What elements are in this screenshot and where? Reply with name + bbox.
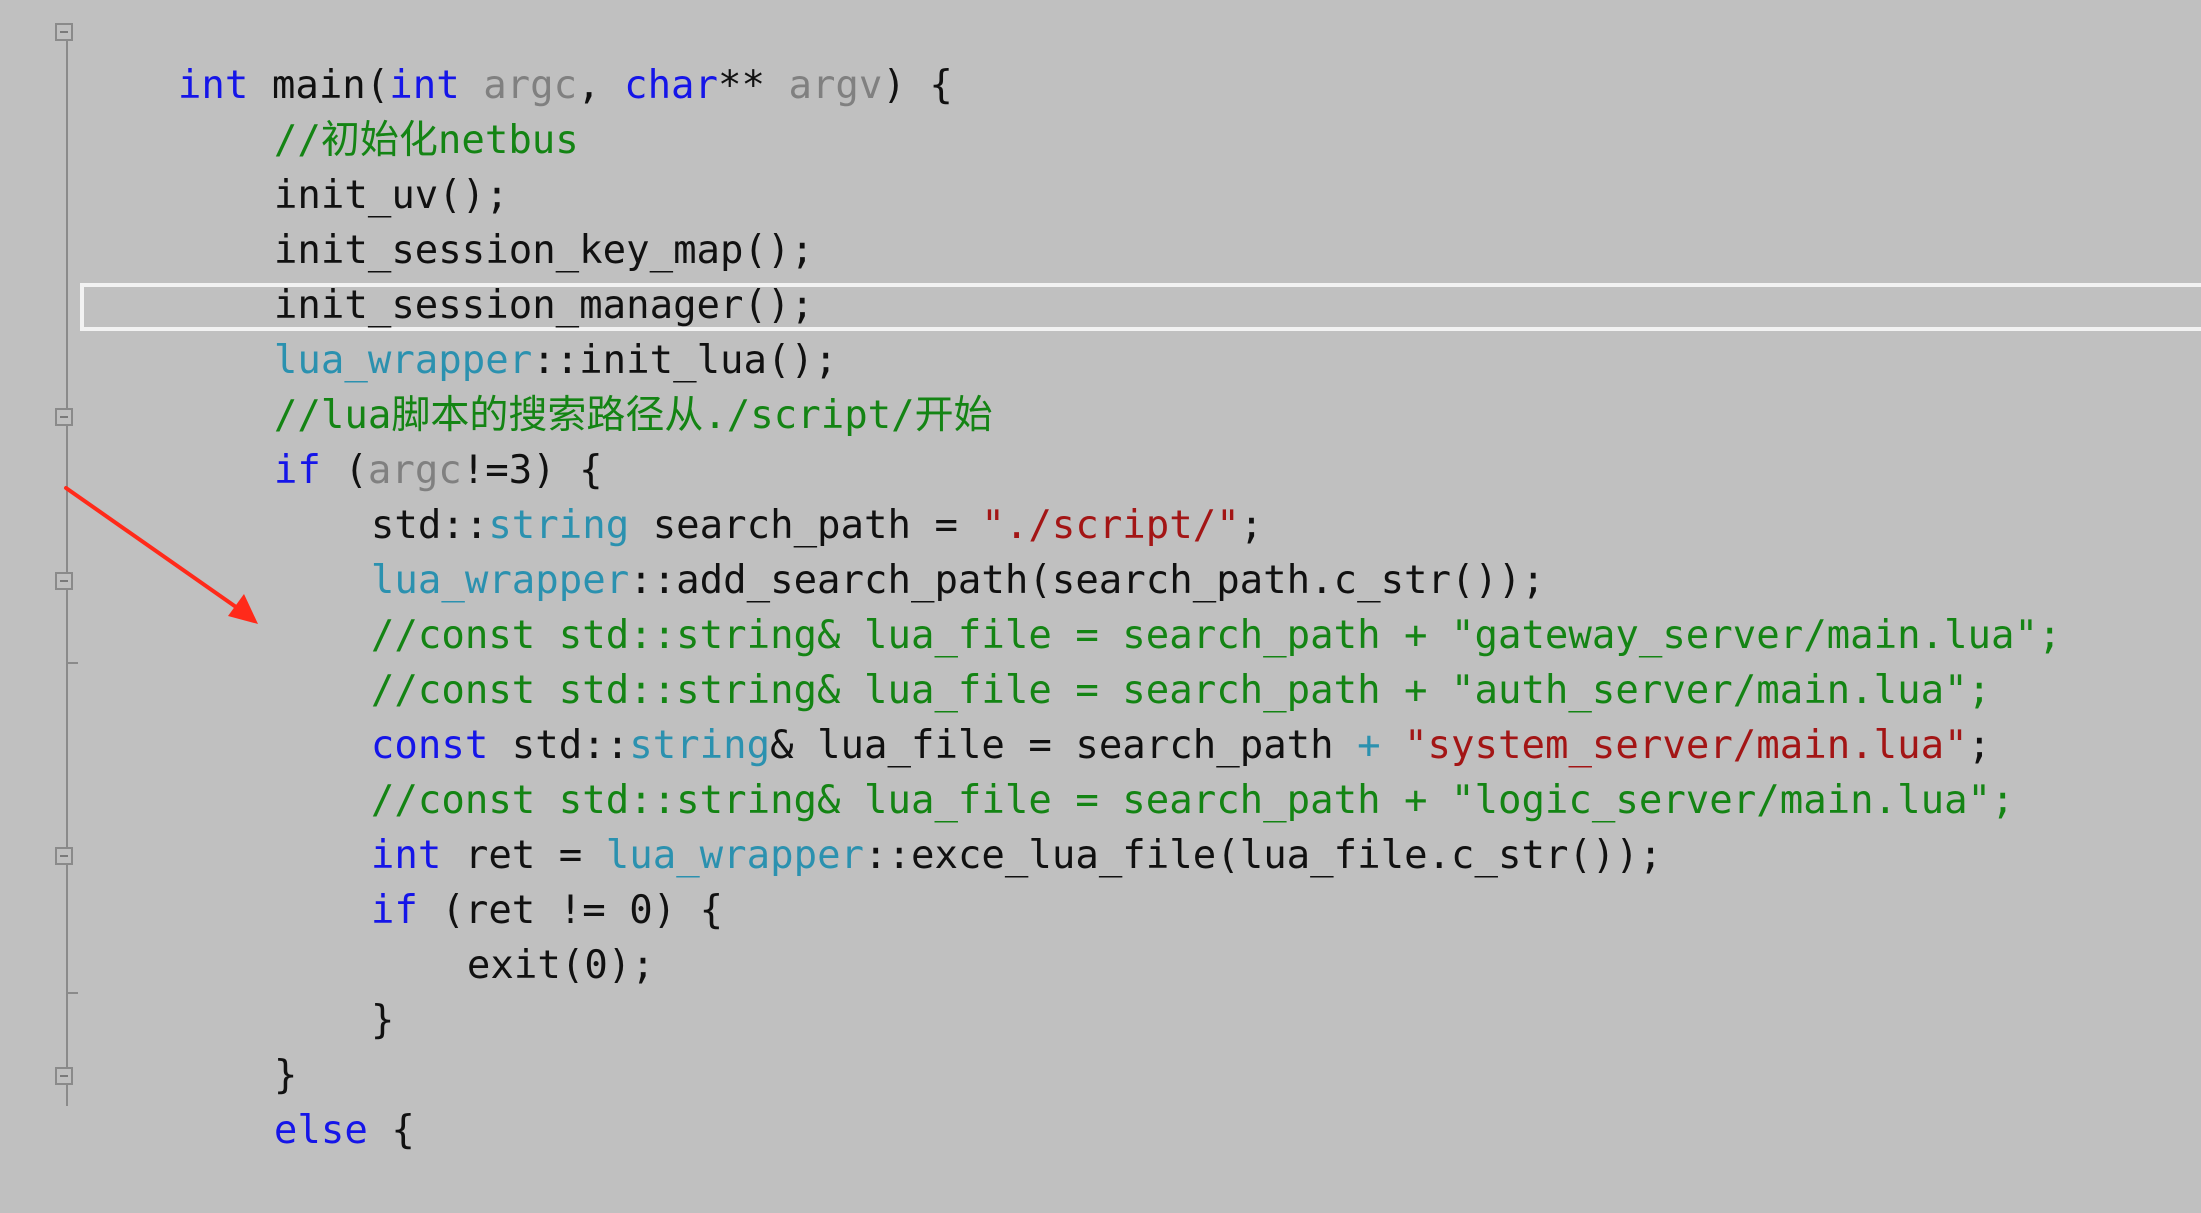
outline-guide — [66, 32, 68, 1106]
code-text: ::exce_lua_file(lua_file.c_str()); — [864, 833, 1663, 878]
keyword-char: char — [624, 63, 719, 108]
code-line-2[interactable]: //初始化netbus — [180, 58, 579, 163]
keyword-else: else — [273, 1108, 368, 1153]
code-line-11[interactable]: //const std::string& lua_file = search_p… — [277, 553, 2062, 658]
collapse-else-icon[interactable] — [55, 1067, 73, 1085]
code-line-18[interactable]: } — [277, 938, 394, 1043]
code-text: , — [577, 63, 625, 108]
code-line-16[interactable]: if (ret != 0) { — [277, 828, 723, 933]
code-line-17[interactable]: exit(0); — [373, 883, 655, 988]
fold-end-marker — [66, 662, 78, 664]
collapse-main-icon[interactable] — [55, 23, 73, 41]
param-argv: argv — [788, 63, 883, 108]
code-line-10[interactable]: lua_wrapper::add_search_path(search_path… — [277, 498, 1545, 603]
code-text: ** — [718, 63, 789, 108]
code-text: ) { — [882, 63, 953, 108]
code-text: } — [370, 998, 395, 1043]
code-line-9[interactable]: std::string search_path = "./script/"; — [277, 443, 1263, 548]
code-line-7[interactable]: //lua脚本的搜索路径从./script/开始 — [180, 333, 993, 438]
code-line-13[interactable]: const std::string& lua_file = search_pat… — [277, 663, 1991, 768]
collapse-inner-if-icon[interactable] — [55, 847, 73, 865]
code-line-5[interactable]: init_session_manager(); — [180, 223, 814, 328]
code-line-8[interactable]: if (argc!=3) { — [180, 388, 603, 493]
code-line-4[interactable]: init_session_key_map(); — [180, 168, 814, 273]
code-line-12[interactable]: //const std::string& lua_file = search_p… — [277, 608, 1991, 713]
code-line-3[interactable]: init_uv(); — [180, 113, 509, 218]
collapse-comment-block-icon[interactable] — [55, 572, 73, 590]
code-text: exit(0); — [466, 943, 655, 988]
code-line-6-current[interactable]: lua_wrapper::init_lua(); — [180, 278, 838, 383]
code-line-20[interactable]: else { — [180, 1048, 415, 1153]
fold-end-marker — [66, 992, 78, 994]
code-line-14[interactable]: //const std::string& lua_file = search_p… — [277, 718, 2015, 823]
code-text: { — [367, 1108, 415, 1153]
code-line-1[interactable]: int main(int argc, char** argv) { — [84, 3, 953, 108]
code-line-19[interactable]: } — [180, 993, 297, 1098]
code-line-15[interactable]: int ret = lua_wrapper::exce_lua_file(lua… — [277, 773, 1662, 878]
code-editor[interactable]: int main(int argc, char** argv) { //初始化n… — [0, 0, 2201, 1153]
collapse-if-icon[interactable] — [55, 408, 73, 426]
